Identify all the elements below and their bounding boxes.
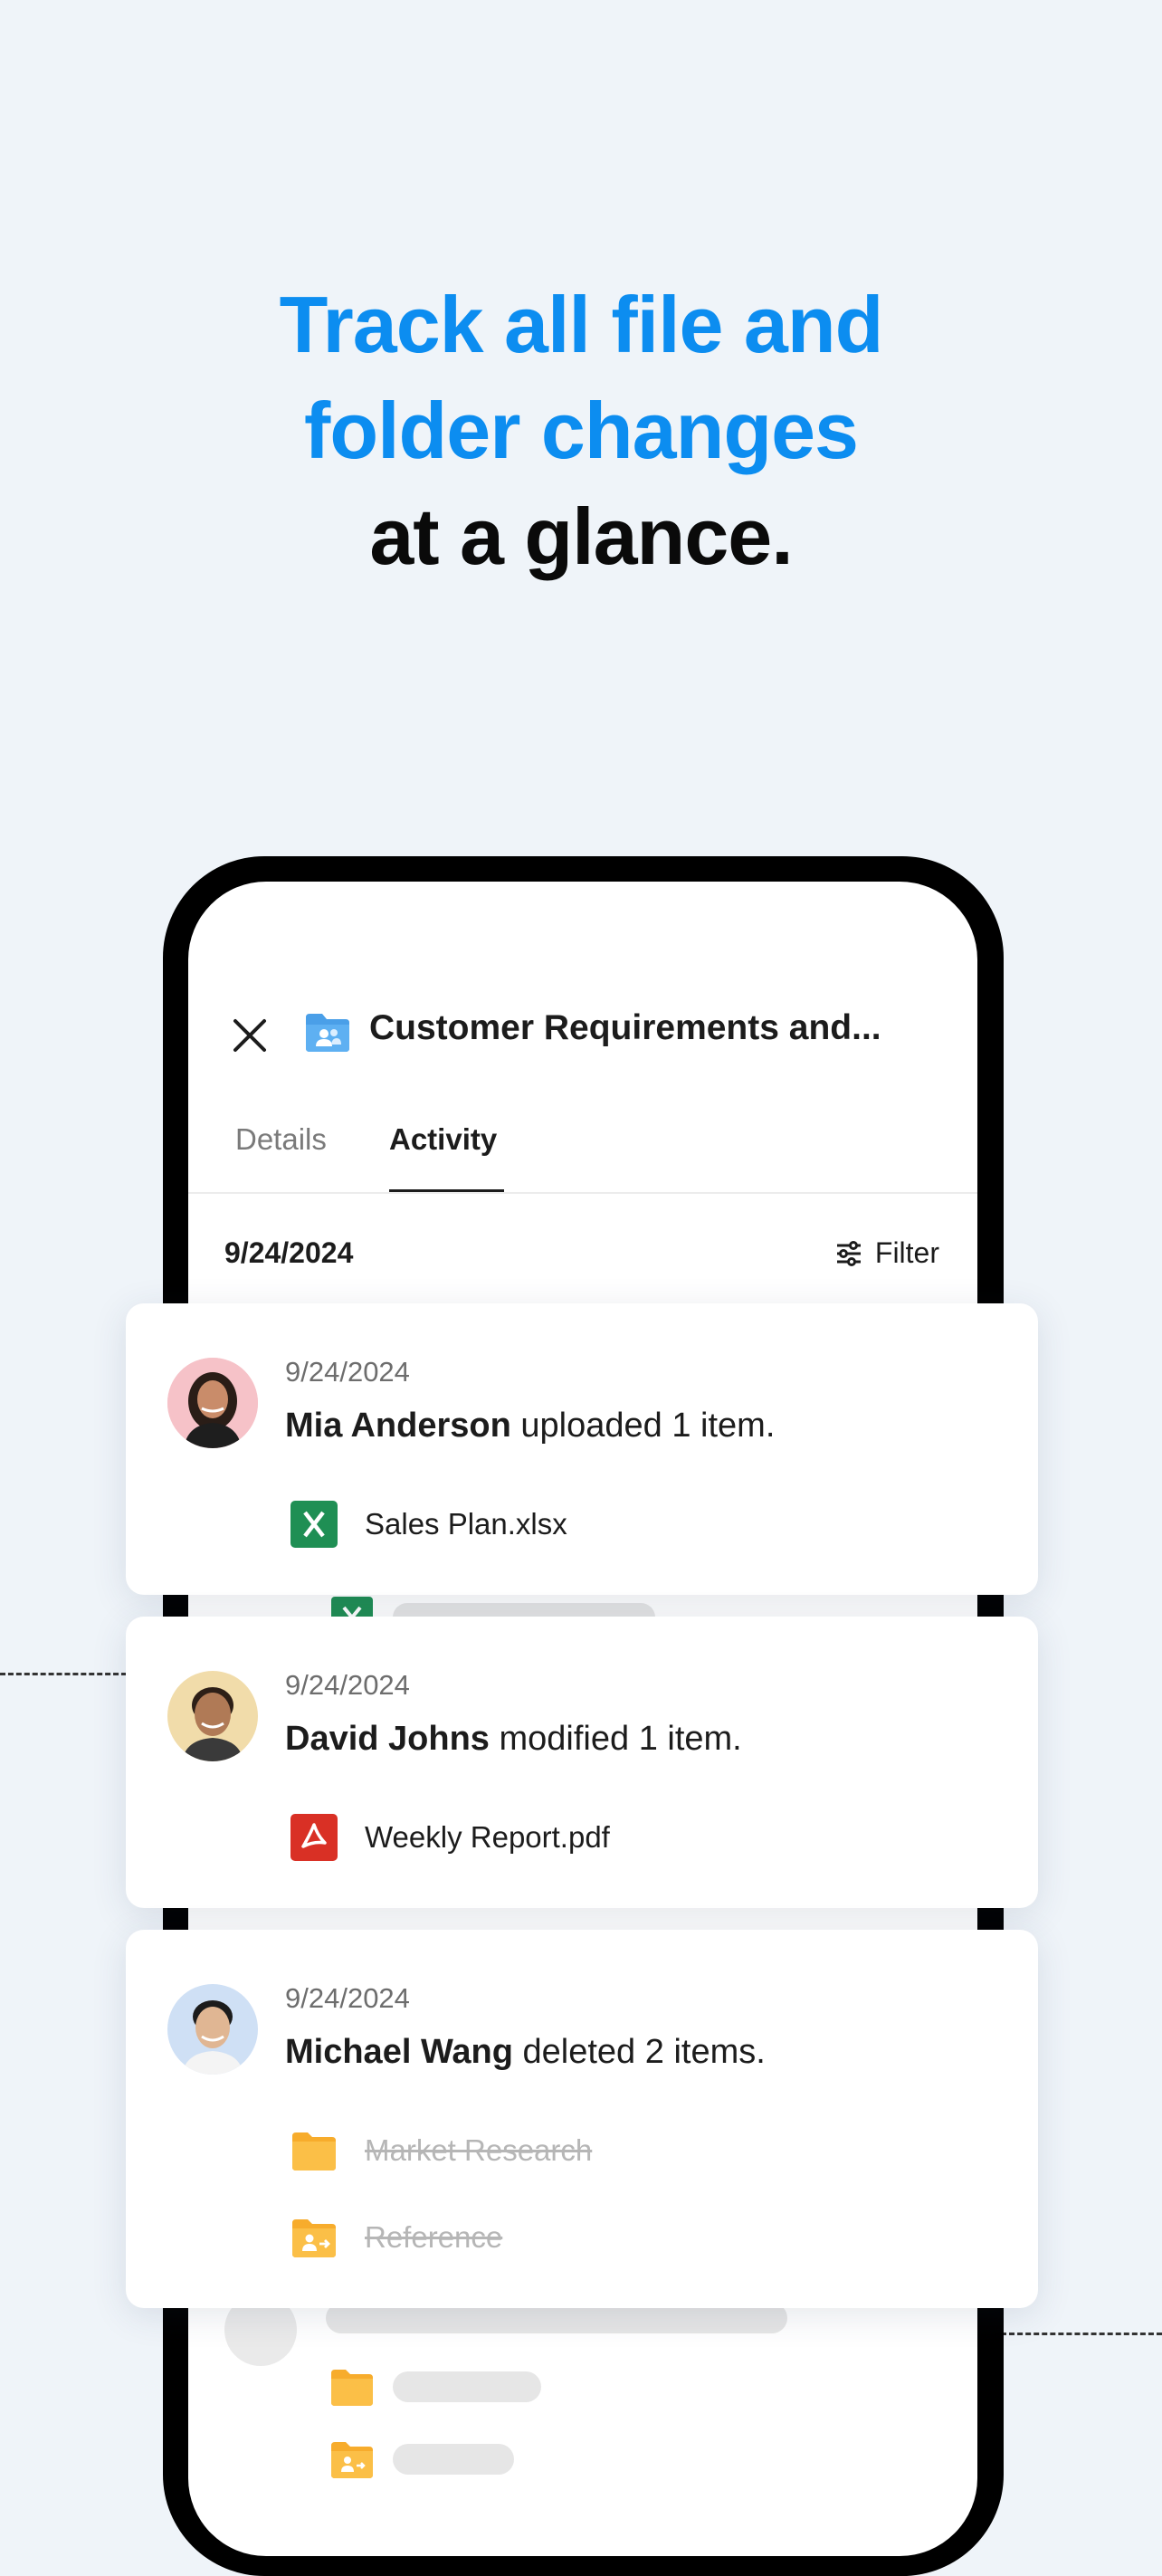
- activity-message: Michael Wang deleted 2 items.: [285, 2033, 766, 2072]
- shared-folder-icon: [306, 1014, 349, 1052]
- user-name: David Johns: [285, 1720, 490, 1758]
- avatar: [167, 1984, 258, 2075]
- folder-icon-placeholder: [331, 2370, 373, 2406]
- activity-action: modified 1 item.: [489, 1720, 742, 1758]
- filter-icon: [836, 1240, 861, 1266]
- folder-icon: [292, 2132, 336, 2171]
- avatar: [167, 1671, 258, 1761]
- tab-divider: [188, 1192, 977, 1194]
- avatar: [167, 1358, 258, 1448]
- activity-date: 9/24/2024: [285, 1669, 410, 1701]
- headline-line-1: Track all file and: [279, 280, 884, 369]
- file-row[interactable]: Sales Plan.xlsx: [290, 1501, 567, 1548]
- headline: Track all file and folder changes at a g…: [0, 272, 1162, 589]
- file-row[interactable]: Reference: [290, 2214, 502, 2261]
- tab-details[interactable]: Details: [235, 1122, 327, 1157]
- dashed-line-right: [1001, 2333, 1162, 2335]
- activity-card-modify[interactable]: 9/24/2024 David Johns modified 1 item. W…: [126, 1617, 1038, 1908]
- filter-label: Filter: [874, 1236, 939, 1269]
- activity-date: 9/24/2024: [285, 1982, 410, 2014]
- excel-icon: [290, 1501, 338, 1548]
- tab-activity[interactable]: Activity: [389, 1122, 497, 1157]
- close-icon[interactable]: [226, 1012, 273, 1059]
- filter-button[interactable]: Filter: [835, 1236, 939, 1270]
- activity-date-header: 9/24/2024: [224, 1236, 354, 1269]
- dashed-line-left: [0, 1673, 127, 1675]
- activity-date: 9/24/2024: [285, 1356, 410, 1388]
- file-name: Reference: [365, 2220, 503, 2254]
- file-name: Weekly Report.pdf: [365, 1820, 610, 1854]
- skeleton-line: [393, 2444, 514, 2475]
- activity-action: deleted 2 items.: [512, 2033, 766, 2071]
- file-row[interactable]: Weekly Report.pdf: [290, 1814, 610, 1861]
- file-row[interactable]: Market Research: [290, 2127, 592, 2174]
- pdf-icon: [290, 1814, 338, 1861]
- skeleton-line: [393, 2371, 541, 2402]
- activity-message: David Johns modified 1 item.: [285, 1720, 742, 1759]
- activity-card-delete[interactable]: 9/24/2024 Michael Wang deleted 2 items. …: [126, 1930, 1038, 2308]
- headline-line-2: folder changes: [304, 386, 859, 475]
- file-name: Market Research: [365, 2133, 593, 2167]
- activity-action: uploaded 1 item.: [510, 1407, 776, 1445]
- user-name: Mia Anderson: [285, 1407, 511, 1445]
- shared-folder-icon-placeholder: [331, 2442, 373, 2478]
- panel-title: Customer Requirements and...: [369, 1008, 881, 1047]
- activity-message: Mia Anderson uploaded 1 item.: [285, 1407, 775, 1445]
- activity-card-upload[interactable]: 9/24/2024 Mia Anderson uploaded 1 item. …: [126, 1303, 1038, 1595]
- user-name: Michael Wang: [285, 2033, 513, 2071]
- headline-line-3: at a glance.: [369, 491, 793, 581]
- file-name: Sales Plan.xlsx: [365, 1507, 567, 1541]
- shared-folder-icon: [292, 2219, 336, 2257]
